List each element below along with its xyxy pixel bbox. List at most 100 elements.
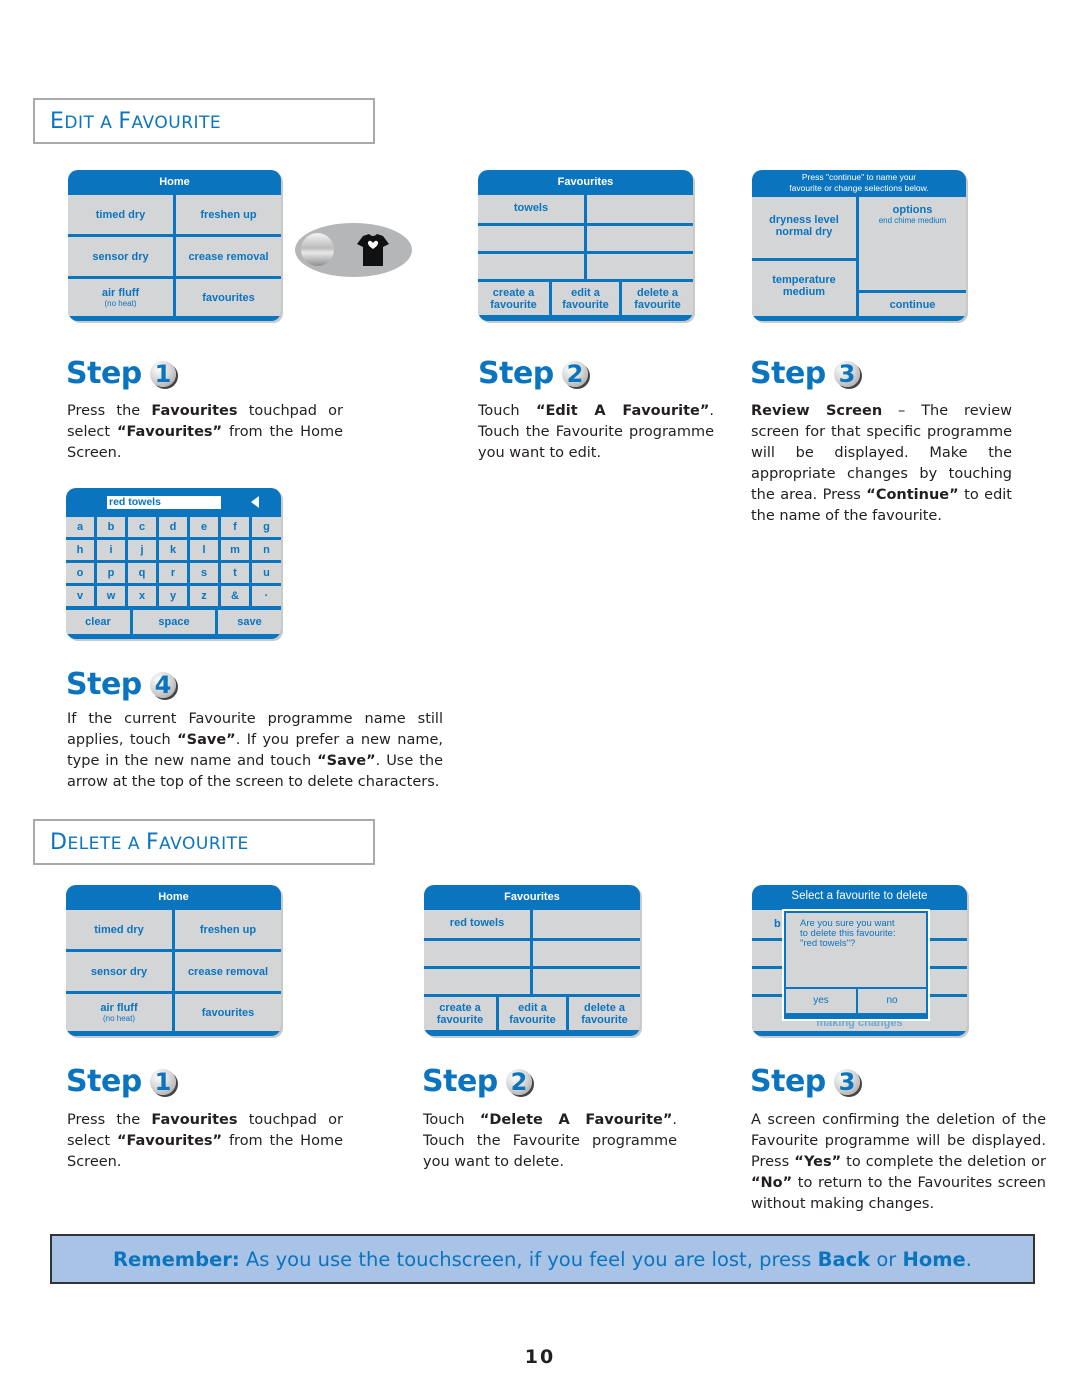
- panel-header: Favourites: [557, 176, 614, 188]
- keyboard-key[interactable]: x: [128, 586, 156, 606]
- save-key[interactable]: save: [218, 610, 281, 634]
- keyboard-key[interactable]: o: [66, 563, 94, 583]
- home-button-favourites[interactable]: favourites: [175, 994, 281, 1031]
- favourite-item[interactable]: [587, 254, 693, 279]
- step-description: Press the Favourites touchpad or select …: [67, 403, 343, 461]
- edit-favourite-button[interactable]: edit a favourite: [499, 997, 566, 1030]
- keyboard-key[interactable]: i: [97, 540, 125, 560]
- favourite-item[interactable]: [533, 969, 640, 994]
- step-heading: Step 2: [422, 1064, 532, 1099]
- keyboard-key[interactable]: ·: [252, 586, 281, 606]
- keyboard-key[interactable]: f: [221, 517, 249, 537]
- keyboard-key[interactable]: w: [97, 586, 125, 606]
- favourites-screen-panel: Favourites red towels create a favourite …: [424, 885, 640, 1036]
- panel-header: Press "continue" to name your favourite …: [789, 172, 929, 193]
- home-button-freshen-up[interactable]: freshen up: [176, 195, 281, 234]
- step-heading: Step 4: [66, 667, 176, 702]
- favourite-item[interactable]: [533, 941, 640, 966]
- keyboard-key[interactable]: v: [66, 586, 94, 606]
- keyboard-key[interactable]: y: [159, 586, 187, 606]
- keyboard-key[interactable]: k: [159, 540, 187, 560]
- home-screen-panel: Home timed dry freshen up sensor dry cre…: [68, 170, 281, 321]
- delete-confirm-screen-panel: Select a favourite to delete b making ch…: [752, 885, 967, 1036]
- step-heading: Step 1: [66, 356, 176, 391]
- favourite-item[interactable]: [587, 195, 693, 223]
- clear-key[interactable]: clear: [66, 610, 130, 634]
- home-button-timed-dry[interactable]: timed dry: [66, 910, 172, 949]
- edit-favourite-heading: EDIT A FAVOURITE: [33, 98, 375, 144]
- home-button-air-fluff[interactable]: air fluff (no heat): [68, 279, 173, 316]
- step-heading: Step 3: [750, 356, 860, 391]
- keyboard-key[interactable]: t: [221, 563, 249, 583]
- step-number-badge: 4: [149, 671, 176, 699]
- dialog-message: Are you sure you want to delete this fav…: [786, 913, 926, 987]
- home-button-air-fluff[interactable]: air fluff (no heat): [66, 994, 172, 1031]
- favourite-item[interactable]: [424, 941, 530, 966]
- keyboard-key[interactable]: n: [252, 540, 281, 560]
- favourites-touchpad[interactable]: [295, 223, 412, 277]
- step-number-badge: 3: [833, 1068, 860, 1096]
- delete-favourite-heading: DELETE A FAVOURITE: [33, 819, 375, 865]
- no-button[interactable]: no: [858, 989, 926, 1013]
- home-button-crease-removal[interactable]: crease removal: [175, 952, 281, 991]
- space-key[interactable]: space: [133, 610, 215, 634]
- keyboard-key[interactable]: s: [190, 563, 218, 583]
- keyboard-key[interactable]: l: [190, 540, 218, 560]
- keyboard-key[interactable]: r: [159, 563, 187, 583]
- favourite-item[interactable]: [587, 226, 693, 251]
- create-favourite-button[interactable]: create a favourite: [424, 997, 496, 1030]
- yes-button[interactable]: yes: [786, 989, 856, 1013]
- favourite-item[interactable]: towels: [478, 195, 584, 223]
- keyboard-key[interactable]: c: [128, 517, 156, 537]
- step-number-badge: 1: [149, 360, 176, 388]
- keyboard-screen-panel: red towels a b c d e f g h i j k l m n o p q r s t u v w x y z & · …: [66, 488, 281, 639]
- favourite-item[interactable]: [478, 226, 584, 251]
- favourite-item[interactable]: [424, 969, 530, 994]
- keyboard-key[interactable]: q: [128, 563, 156, 583]
- step-number-badge: 3: [833, 360, 860, 388]
- remember-note: Remember: As you use the touchscreen, if…: [50, 1234, 1035, 1284]
- keyboard-key[interactable]: e: [190, 517, 218, 537]
- home-button-sensor-dry[interactable]: sensor dry: [66, 952, 172, 991]
- dryness-level-button[interactable]: dryness level normal dry: [752, 197, 856, 258]
- favourite-item[interactable]: [478, 254, 584, 279]
- delete-favourite-button[interactable]: delete a favourite: [622, 282, 693, 315]
- backspace-arrow-icon[interactable]: [251, 496, 259, 508]
- confirm-dialog: Are you sure you want to delete this fav…: [782, 909, 930, 1021]
- keyboard-key[interactable]: z: [190, 586, 218, 606]
- keyboard-key[interactable]: j: [128, 540, 156, 560]
- favourite-item[interactable]: [533, 910, 640, 938]
- keyboard-key[interactable]: u: [252, 563, 281, 583]
- step-description: If the current Favourite programme name …: [67, 711, 443, 790]
- temperature-button[interactable]: temperature medium: [752, 261, 856, 316]
- home-button-sensor-dry[interactable]: sensor dry: [68, 237, 173, 276]
- panel-header: Favourites: [504, 891, 560, 903]
- keyboard-key[interactable]: b: [97, 517, 125, 537]
- favourite-item[interactable]: red towels: [424, 910, 530, 938]
- step-number-badge: 1: [149, 1068, 176, 1096]
- home-button-favourites[interactable]: favourites: [176, 279, 281, 316]
- delete-favourite-button[interactable]: delete a favourite: [569, 997, 640, 1030]
- step-number-badge: 2: [561, 360, 588, 388]
- step-heading: Step 3: [750, 1064, 860, 1099]
- keyboard-key[interactable]: g: [252, 517, 281, 537]
- create-favourite-button[interactable]: create a favourite: [478, 282, 549, 315]
- step-description: Review Screen – The review screen for th…: [751, 403, 1013, 524]
- keyboard-key[interactable]: h: [66, 540, 94, 560]
- section-title: DELETE A FAVOURITE: [50, 830, 249, 855]
- keyboard-key[interactable]: a: [66, 517, 94, 537]
- keyboard-key[interactable]: m: [221, 540, 249, 560]
- keyboard-key[interactable]: &: [221, 586, 249, 606]
- home-button-freshen-up[interactable]: freshen up: [175, 910, 281, 949]
- options-button[interactable]: options end chime medium: [859, 197, 966, 290]
- name-input[interactable]: red towels: [107, 496, 221, 509]
- home-button-timed-dry[interactable]: timed dry: [68, 195, 173, 234]
- continue-button[interactable]: continue: [859, 293, 966, 316]
- home-button-crease-removal[interactable]: crease removal: [176, 237, 281, 276]
- step-heading: Step 2: [478, 356, 588, 391]
- keyboard-key[interactable]: d: [159, 517, 187, 537]
- keyboard-key[interactable]: p: [97, 563, 125, 583]
- edit-favourite-button[interactable]: edit a favourite: [552, 282, 619, 315]
- page-number: 10: [524, 1346, 556, 1368]
- favourites-screen-panel: Favourites towels create a favourite edit…: [478, 170, 693, 321]
